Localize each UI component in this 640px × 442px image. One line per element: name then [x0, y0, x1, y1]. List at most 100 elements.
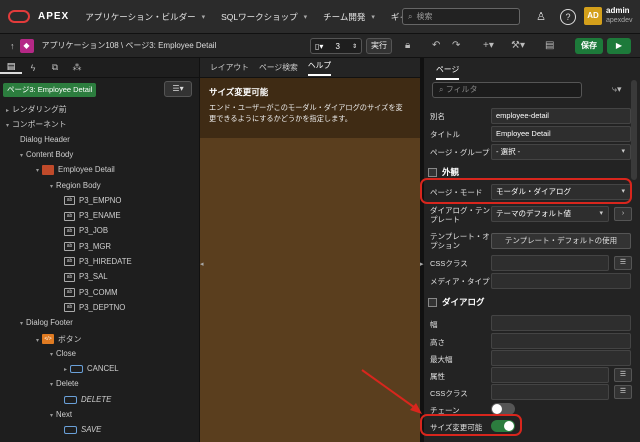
media-type-field[interactable]: [491, 273, 631, 289]
add-icon[interactable]: +▾: [483, 40, 494, 51]
redo-icon[interactable]: ↷: [452, 40, 460, 51]
tree-node[interactable]: ▾ Employee Detail: [36, 165, 115, 176]
user-menu[interactable]: admin apexdev: [606, 6, 632, 26]
collapse-right-icon[interactable]: ▸: [420, 260, 424, 268]
tree-node[interactable]: ab P3_JOB: [64, 226, 108, 236]
chevron-down-icon[interactable]: ▾: [36, 168, 39, 174]
go-to-group-icon[interactable]: ⤷▾: [612, 84, 622, 95]
chevron-down-icon: ▾: [621, 148, 625, 155]
tree-node-label: ボタン: [58, 334, 82, 344]
title-field[interactable]: Employee Detail: [491, 126, 631, 142]
chevron-down-icon[interactable]: ▾: [50, 382, 53, 388]
apex-brand[interactable]: APEX: [38, 11, 69, 22]
dialog-template-arrow[interactable]: ›: [614, 207, 632, 221]
tree-node[interactable]: ab P3_HIREDATE: [64, 257, 132, 267]
field-icon: ab: [64, 257, 75, 267]
dialog-template-label: ダイアログ・テンプレート: [430, 206, 490, 224]
height-field[interactable]: [491, 333, 631, 349]
tree-node[interactable]: ab P3_COMM: [64, 288, 118, 298]
menu-app-builder[interactable]: アプリケーション・ビルダー ▾: [85, 11, 205, 23]
tree-node[interactable]: ▾ Delete: [50, 379, 79, 388]
css-class-field[interactable]: [491, 255, 609, 271]
page-group-select[interactable]: - 選択 - ▾: [491, 144, 631, 160]
css-class-label: CSSクラス: [430, 259, 468, 268]
tree-node-label: P3_SAL: [79, 272, 108, 282]
oracle-logo-icon[interactable]: [8, 10, 30, 23]
tree-node[interactable]: ab P3_ENAME: [64, 211, 121, 221]
chevron-right-icon[interactable]: ▸: [64, 367, 67, 373]
tree-node[interactable]: ▾ Content Body: [20, 150, 73, 159]
chevron-down-icon[interactable]: ▾: [50, 413, 53, 419]
rendering-tab-icon[interactable]: ▤: [0, 61, 22, 74]
search-input[interactable]: ⌕ 検索: [402, 8, 520, 25]
tab-page[interactable]: ページ: [436, 64, 460, 80]
chevron-down-icon[interactable]: ▾: [6, 123, 9, 129]
dynamic-actions-tab-icon[interactable]: ϟ: [22, 63, 44, 73]
tree-menu-button[interactable]: ☰▾: [164, 81, 192, 97]
dialog-section-header[interactable]: ダイアログ: [428, 294, 633, 310]
run-button[interactable]: 実行: [366, 38, 392, 54]
tree-node[interactable]: DELETE: [64, 395, 111, 404]
tree-node[interactable]: Dialog Header: [20, 135, 70, 144]
tree-node[interactable]: ab P3_EMPNO: [64, 196, 121, 206]
alias-field[interactable]: employee-detail: [491, 108, 631, 124]
avatar[interactable]: AD: [584, 7, 602, 25]
page-number-field[interactable]: ▯▾ 3 ⇕: [310, 38, 362, 54]
tree-node[interactable]: ▾ Close: [50, 349, 76, 358]
list-icon[interactable]: ☰: [614, 256, 632, 270]
dialog-css-class-field[interactable]: [491, 384, 609, 400]
filter-input[interactable]: ⌕ フィルタ: [432, 82, 582, 98]
tree-node[interactable]: ab P3_MGR: [64, 242, 111, 252]
property-editor: ページ ⌕ フィルタ ⤷▾ 別名 employee-detail タイトル Em…: [420, 58, 640, 442]
chevron-right-icon[interactable]: ▸: [6, 108, 9, 114]
list-icon[interactable]: ☰: [614, 385, 632, 399]
save-button[interactable]: 保存: [575, 38, 603, 54]
run-page-icon[interactable]: ▶: [607, 38, 631, 54]
dialog-css-class-label: CSSクラス: [430, 389, 468, 398]
tree-node[interactable]: ▾ Region Body: [50, 181, 101, 190]
attributes-field[interactable]: [491, 367, 609, 383]
shared-components-tab-icon[interactable]: ⁂: [66, 62, 88, 73]
width-field[interactable]: [491, 315, 631, 331]
wrench-icon[interactable]: ⚒▾: [511, 40, 525, 51]
page-mode-highlight: [420, 178, 632, 204]
tab-help[interactable]: ヘルプ: [307, 60, 332, 76]
tree-node[interactable]: ▾ </> ボタン: [36, 334, 81, 345]
chevron-down-icon[interactable]: ▾: [36, 338, 39, 344]
scrollbar[interactable]: [631, 80, 637, 180]
template-options-button[interactable]: テンプレート・デフォルトの使用: [491, 233, 631, 249]
tree-node[interactable]: ▸ CANCEL: [64, 364, 119, 373]
chevron-down-icon[interactable]: ▾: [50, 352, 53, 358]
tree-node[interactable]: SAVE: [64, 425, 101, 434]
tree-node[interactable]: ▸ レンダリング前: [6, 104, 67, 115]
tab-layout[interactable]: レイアウト: [210, 62, 249, 73]
lock-icon[interactable]: 🔒︎: [405, 40, 410, 51]
tab-page-search[interactable]: ページ検索: [259, 62, 298, 73]
shared-components-icon[interactable]: ▤: [545, 40, 554, 51]
processing-tab-icon[interactable]: ⧉: [44, 62, 66, 73]
app-icon[interactable]: ◆: [19, 38, 34, 53]
chevron-down-icon[interactable]: ▾: [50, 184, 53, 190]
tree-node[interactable]: ab P3_DEPTNO: [64, 303, 125, 313]
tree-node[interactable]: ▾ Next: [50, 410, 72, 419]
tree-node[interactable]: ▾ Dialog Footer: [20, 318, 73, 327]
collapse-left-icon[interactable]: ◂: [200, 260, 204, 268]
user-help-icon[interactable]: ♙: [533, 9, 549, 25]
tree-node[interactable]: ab P3_SAL: [64, 272, 108, 282]
chevron-down-icon[interactable]: ▾: [20, 153, 23, 159]
menu-team-development[interactable]: チーム開発 ▾: [323, 11, 375, 23]
chevron-down-icon[interactable]: ▾: [20, 321, 23, 327]
tree-node-label: Dialog Footer: [26, 318, 73, 328]
max-width-field[interactable]: [491, 350, 631, 366]
search-icon: ⌕: [408, 11, 413, 21]
list-icon[interactable]: ☰: [614, 368, 632, 382]
undo-icon[interactable]: ↶: [432, 40, 440, 51]
dialog-template-select[interactable]: テーマのデフォルト値 ▾: [491, 206, 609, 222]
breadcrumb[interactable]: アプリケーション108 \ ページ3: Employee Detail: [42, 40, 217, 51]
menu-sql-workshop[interactable]: SQLワークショップ ▾: [221, 11, 307, 23]
tree-node[interactable]: ▾ コンポーネント: [6, 119, 67, 130]
arrow-up-icon[interactable]: ↑: [10, 41, 15, 51]
search-placeholder: 検索: [416, 12, 433, 21]
help-icon[interactable]: ?: [560, 9, 576, 25]
page-badge[interactable]: ページ3: Employee Detail: [3, 83, 97, 97]
